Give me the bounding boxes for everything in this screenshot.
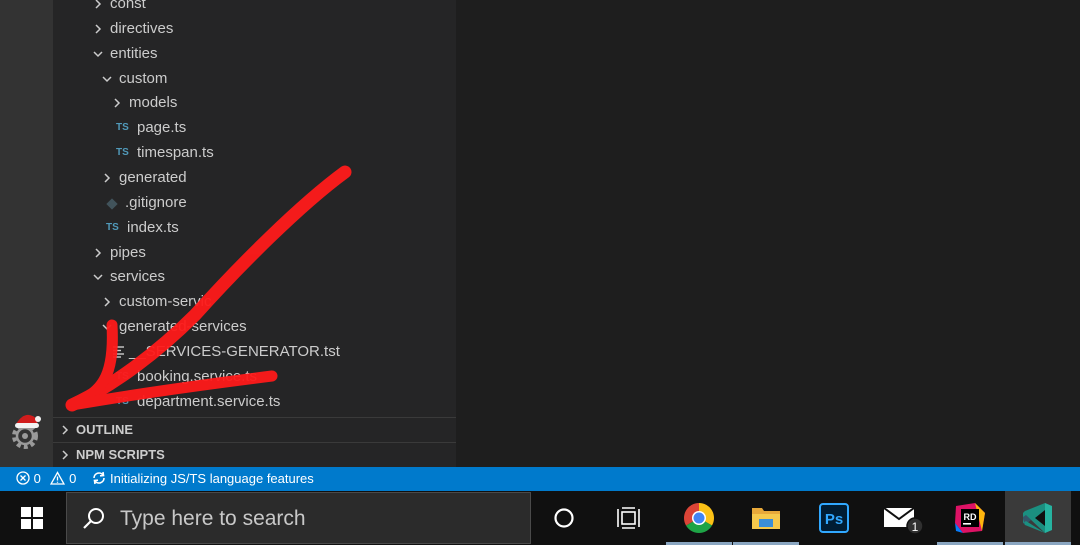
- settings-gear-icon[interactable]: [8, 410, 46, 450]
- tree-item-services-generator-tst[interactable]: __SERVICES-GENERATOR.tst: [53, 340, 456, 364]
- tree-item-generated[interactable]: generated: [53, 166, 456, 190]
- cortana-button[interactable]: [531, 491, 597, 545]
- npm-scripts-panel-header[interactable]: NPM SCRIPTS: [53, 442, 456, 467]
- tree-item-index-ts[interactable]: TS index.ts: [53, 216, 456, 240]
- activity-bar: [0, 0, 53, 467]
- error-count: 0: [33, 471, 41, 486]
- status-bar: 0 0 Initializing JS/TS language features: [0, 467, 1080, 491]
- language-status[interactable]: Initializing JS/TS language features: [91, 467, 314, 491]
- typescript-file-icon: TS: [106, 221, 119, 233]
- file-explorer-icon: [752, 508, 780, 529]
- windows-start-icon: [21, 507, 43, 529]
- chevron-down-icon: [102, 324, 112, 331]
- tree-item-models[interactable]: models: [53, 91, 456, 115]
- tree-item-timespan-ts[interactable]: TS timespan.ts: [53, 141, 456, 165]
- tree-item-const[interactable]: const: [53, 0, 456, 16]
- text-file-icon: [113, 346, 124, 358]
- mail-taskbar-button[interactable]: 1: [869, 491, 935, 545]
- tree-item-label: booking.service.ts: [137, 367, 258, 385]
- tree-item-label: pipes: [110, 243, 146, 261]
- vscode-icon: [1023, 503, 1052, 533]
- rider-taskbar-button[interactable]: RD: [937, 491, 1003, 545]
- taskbar-search-box[interactable]: Type here to search: [66, 492, 531, 544]
- tree-item-page-ts[interactable]: TS page.ts: [53, 116, 456, 140]
- tree-item-label: timespan.ts: [137, 144, 214, 162]
- chevron-down-icon: [93, 274, 103, 281]
- typescript-file-icon: TS: [116, 370, 129, 382]
- file-tree: const directives entities custom models TS pag…: [53, 0, 456, 417]
- tree-item-entities[interactable]: entities: [53, 42, 456, 66]
- tree-item-label: entities: [110, 44, 158, 62]
- tree-item-label: const: [110, 0, 146, 12]
- sync-icon: [93, 471, 105, 485]
- tree-item-booking-service-ts[interactable]: TS booking.service.ts: [53, 365, 456, 389]
- photoshop-icon: Ps: [819, 503, 849, 533]
- chevron-right-icon: [62, 450, 69, 460]
- problems-indicator[interactable]: 0 0: [16, 467, 76, 491]
- start-button[interactable]: [0, 491, 64, 545]
- chevron-down-icon: [93, 51, 103, 57]
- chevron-right-icon: [95, 247, 102, 258]
- mail-badge-count: 1: [912, 520, 919, 534]
- chevron-right-icon: [104, 173, 111, 183]
- tree-item-label: __SERVICES-GENERATOR.tst: [129, 342, 340, 360]
- tree-item-label: department.service.ts: [137, 392, 281, 410]
- outline-label: OUTLINE: [76, 422, 134, 437]
- editor-area[interactable]: [456, 0, 1080, 467]
- photoshop-taskbar-button[interactable]: Ps: [801, 491, 867, 545]
- chevron-right-icon: [95, 0, 102, 9]
- chevron-right-icon: [104, 297, 111, 307]
- file-explorer-taskbar-button[interactable]: [733, 491, 799, 545]
- outline-panel-header[interactable]: OUTLINE: [53, 417, 456, 442]
- chevron-down-icon: [102, 76, 112, 82]
- search-placeholder: Type here to search: [120, 507, 306, 530]
- task-view-icon: [617, 507, 640, 529]
- chevron-right-icon: [114, 98, 121, 108]
- rider-icon: RD: [955, 503, 985, 533]
- photoshop-label: Ps: [825, 511, 843, 528]
- cortana-circle-icon: [554, 508, 574, 528]
- windows-taskbar: Type here to search Ps 1 RD: [0, 491, 1080, 545]
- tree-item-label: directives: [110, 19, 174, 37]
- tree-item-label: models: [129, 94, 178, 112]
- tree-item-custom[interactable]: custom: [53, 67, 456, 91]
- chevron-right-icon: [62, 425, 69, 435]
- error-icon: [16, 471, 30, 485]
- tree-item-label: page.ts: [137, 119, 187, 137]
- tree-item-label: generated-services: [119, 318, 247, 336]
- status-message: Initializing JS/TS language features: [110, 471, 314, 486]
- explorer-sidebar: const directives entities custom models TS pag…: [53, 0, 456, 467]
- tree-item-label: .gitignore: [125, 193, 187, 211]
- tree-item-label: custom: [119, 69, 168, 87]
- typescript-file-icon: TS: [116, 395, 129, 407]
- chrome-taskbar-button[interactable]: [666, 491, 732, 545]
- tree-item-pipes[interactable]: pipes: [53, 241, 456, 265]
- chevron-right-icon: [95, 24, 102, 34]
- typescript-file-icon: TS: [116, 122, 129, 134]
- search-icon: [83, 508, 104, 529]
- npm-scripts-label: NPM SCRIPTS: [76, 447, 165, 462]
- tree-item-label: custom-servic: [119, 293, 212, 311]
- warning-icon: [50, 471, 66, 485]
- tree-item-label: services: [110, 268, 166, 286]
- rider-label: RD: [964, 512, 977, 522]
- tree-item-gitignore[interactable]: .gitignore: [53, 191, 456, 215]
- vscode-taskbar-button[interactable]: [1005, 491, 1071, 545]
- typescript-file-icon: TS: [116, 147, 129, 159]
- tree-item-department-service-ts[interactable]: TS department.service.ts: [53, 390, 456, 414]
- tree-item-generated-services[interactable]: generated-services: [53, 315, 456, 339]
- tree-item-label: generated: [119, 168, 187, 186]
- tree-item-services[interactable]: services: [53, 265, 456, 289]
- mail-icon: 1: [883, 507, 924, 535]
- warning-count: 0: [69, 471, 77, 486]
- tree-item-custom-servic[interactable]: custom-servic: [53, 290, 456, 314]
- task-view-button[interactable]: [597, 491, 663, 545]
- tree-item-label: index.ts: [127, 218, 179, 236]
- chrome-icon: [683, 503, 715, 534]
- tree-item-directives[interactable]: directives: [53, 17, 456, 41]
- git-file-icon: [106, 198, 118, 210]
